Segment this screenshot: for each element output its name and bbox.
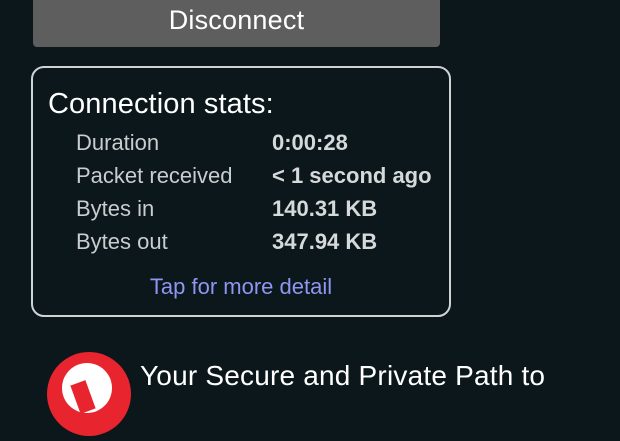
tagline: Your Secure and Private Path to (140, 360, 546, 391)
stat-value: 0:00:28 (272, 130, 348, 155)
stats-title: Connection stats: (48, 88, 274, 120)
stat-row-duration: Duration 0:00:28 (33, 130, 449, 160)
stat-row-bytes-out: Bytes out 347.94 KB (33, 229, 449, 259)
stat-label: Bytes out (76, 229, 168, 254)
stat-value: < 1 second ago (272, 163, 432, 188)
stat-label: Packet received (76, 163, 233, 188)
stat-label: Duration (76, 130, 160, 155)
stat-label: Bytes in (76, 196, 155, 221)
more-detail-link[interactable]: Tap for more detail (33, 274, 449, 300)
stat-row-packet-received: Packet received < 1 second ago (33, 163, 449, 193)
connection-stats-card[interactable]: Connection stats: Duration 0:00:28 Packe… (31, 66, 451, 317)
disconnect-button[interactable]: Disconnect (33, 0, 440, 47)
red-circle-logo-icon (47, 352, 131, 436)
stat-value: 347.94 KB (272, 229, 378, 254)
stat-value: 140.31 KB (272, 196, 378, 221)
stat-row-bytes-in: Bytes in 140.31 KB (33, 196, 449, 226)
